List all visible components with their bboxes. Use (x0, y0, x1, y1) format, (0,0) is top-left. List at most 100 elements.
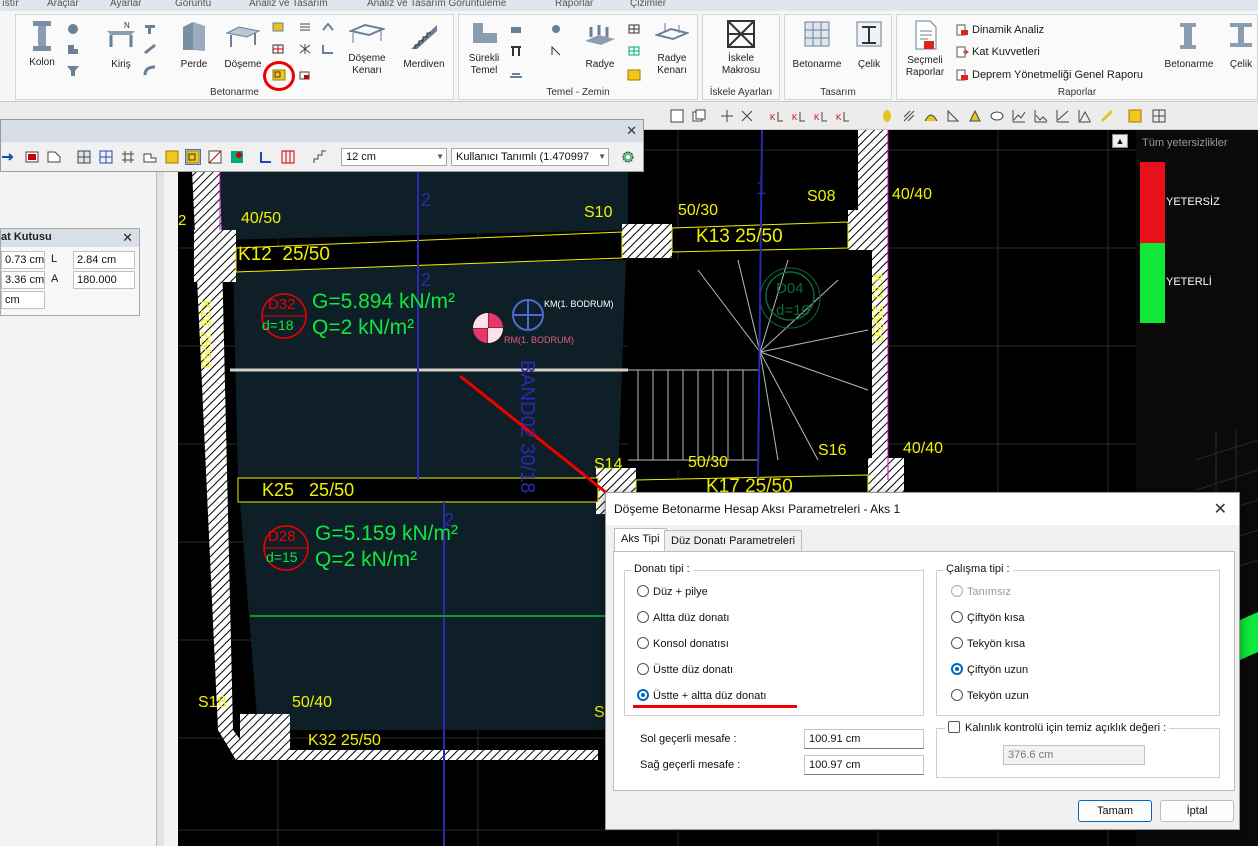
graph-2-icon[interactable] (1034, 109, 1048, 123)
radio-ciftyon-kisa[interactable]: Çiftyön kısa (951, 611, 1024, 624)
kat-field[interactable]: 3.36 cm (1, 271, 45, 289)
tab-aks-tipi[interactable]: Aks Tipi (614, 528, 667, 552)
dim-k-icon[interactable]: K (836, 109, 850, 123)
menu-item[interactable]: Raporlar (555, 0, 593, 9)
left-panel-scrollbar[interactable] (156, 170, 164, 846)
deprem-yonetmeligi-link[interactable]: Deprem Yönetmeliği Genel Raporu (972, 69, 1143, 81)
slab-hatch-icon[interactable] (208, 150, 222, 164)
menu-item[interactable]: Görüntü (175, 0, 211, 9)
raft-tool-3-icon[interactable] (627, 69, 641, 81)
slab-tool-6-icon[interactable] (298, 69, 312, 81)
dome-icon[interactable] (924, 109, 938, 123)
slab-grid-icon[interactable] (77, 150, 91, 164)
kat-field[interactable]: 2.84 cm (73, 251, 135, 269)
slab-axis-active-icon[interactable] (1128, 109, 1142, 123)
radio-altta-duz[interactable]: Altta düz donatı (637, 611, 729, 624)
menu-item[interactable]: ıstır (2, 0, 19, 9)
surekli-temel-button[interactable]: Sürekli Temel (463, 19, 505, 77)
close-icon[interactable]: ✕ (1214, 499, 1227, 519)
sag-mesafe-input[interactable]: 100.97 cm (804, 755, 924, 775)
hatch-icon[interactable] (902, 109, 916, 123)
graph-4-icon[interactable] (1078, 109, 1092, 123)
radio-ustte-duz[interactable]: Üstte düz donatı (637, 663, 733, 676)
window-icon[interactable] (670, 109, 684, 123)
slab-step-icon[interactable] (143, 150, 157, 164)
slab-stair-icon[interactable] (313, 150, 327, 164)
footing-tool-2-icon[interactable] (509, 45, 523, 57)
radye-button[interactable]: Radye (577, 19, 623, 71)
radio-duz-pilye[interactable]: Düz + pilye (637, 585, 708, 598)
secmeli-raporlar-button[interactable]: Seçmeli Raporlar (899, 19, 951, 79)
scroll-up-icon[interactable]: ▲ (1112, 134, 1128, 148)
pen-icon[interactable] (1100, 109, 1114, 123)
slab-axis-selected-icon[interactable] (185, 149, 201, 165)
sol-mesafe-input[interactable]: 100.91 cm (804, 729, 924, 749)
scale-combo[interactable]: Kullanıcı Tanımlı (1.470997 ▼ (451, 148, 609, 166)
slab-tool-8-icon[interactable] (321, 43, 335, 55)
close-icon[interactable]: ✕ (626, 123, 637, 139)
doseme-button[interactable]: Döşeme (221, 19, 265, 71)
cancel-button[interactable]: İptal (1160, 800, 1234, 822)
kat-kuvvetleri-link[interactable]: Kat Kuvvetleri (972, 46, 1040, 58)
footing-tool-5-icon[interactable] (549, 45, 563, 57)
dim-kz-icon[interactable]: K (792, 109, 806, 123)
curved-beam-icon[interactable] (143, 65, 157, 77)
thickness-combo[interactable]: 12 cm ▼ (341, 148, 447, 166)
perde-button[interactable]: Perde (174, 19, 214, 71)
slab-tool-4-icon[interactable] (298, 21, 312, 33)
beam-tool-2-icon[interactable] (143, 43, 157, 55)
footing-tool-3-icon[interactable] (509, 69, 523, 81)
slab-tool-5-icon[interactable] (298, 43, 312, 55)
radio-ustte-altta-duz[interactable]: Üstte + altta düz donatı (637, 689, 766, 702)
menu-item[interactable]: Analiz ve Tasarım Görüntüleme (367, 0, 506, 9)
slab-yellow-icon[interactable] (165, 150, 179, 164)
dim-kr-icon[interactable]: K (814, 109, 828, 123)
l-column-icon[interactable] (66, 43, 80, 55)
kat-field[interactable]: cm (1, 291, 45, 309)
radio-ciftyon-uzun[interactable]: Çiftyön uzun (951, 663, 1028, 676)
tasarim-celik-button[interactable]: Çelik (849, 19, 889, 71)
menu-item[interactable]: Ayarlar (110, 0, 142, 9)
radio-tekyon-uzun[interactable]: Tekyön uzun (951, 689, 1029, 702)
column-view-icon[interactable] (880, 109, 894, 123)
arrow-icon[interactable] (1, 150, 15, 164)
slab-tool-1-icon[interactable] (271, 21, 285, 33)
slab-corner-icon[interactable] (259, 150, 273, 164)
graph-3-icon[interactable] (1056, 109, 1070, 123)
kat-field[interactable]: 180.000 (73, 271, 135, 289)
raft-tool-2-icon[interactable] (627, 45, 641, 57)
close-icon[interactable]: ✕ (122, 230, 133, 246)
slab-poly-icon[interactable] (47, 150, 61, 164)
raft-tool-1-icon[interactable] (627, 23, 641, 35)
grid-icon[interactable] (1152, 109, 1166, 123)
slab-tool-7-icon[interactable] (321, 21, 335, 33)
dinamik-analiz-link[interactable]: Dinamik Analiz (972, 24, 1044, 36)
windows-icon[interactable] (692, 109, 706, 123)
kat-field[interactable]: 0.73 cm (1, 251, 45, 269)
settings-gear-icon[interactable] (621, 150, 635, 164)
slab-grid2-icon[interactable] (99, 150, 113, 164)
slab-rect-icon[interactable] (25, 150, 39, 164)
beam-tool-1-icon[interactable] (143, 23, 157, 35)
circle-column-icon[interactable] (66, 23, 80, 35)
radio-tekyon-kisa[interactable]: Tekyön kısa (951, 637, 1025, 650)
move-icon[interactable] (720, 109, 734, 123)
radio-konsol[interactable]: Konsol donatısı (637, 637, 729, 650)
angle-icon[interactable] (946, 109, 960, 123)
menu-item[interactable]: Analiz ve Tasarım (249, 0, 328, 9)
slab-color-icon[interactable] (230, 150, 244, 164)
kiris-button[interactable]: N Kiriş (101, 19, 141, 71)
merdiven-button[interactable]: Merdiven (398, 19, 450, 71)
iskele-makrosu-button[interactable]: İskele Makrosu (709, 19, 773, 77)
radye-kenari-button[interactable]: Radye Kenarı (649, 19, 695, 77)
doseme-kenari-button[interactable]: Döşeme Kenarı (344, 19, 390, 77)
stretch-icon[interactable] (740, 109, 754, 123)
triangle-icon[interactable] (968, 109, 982, 123)
funnel-column-icon[interactable] (66, 65, 80, 77)
kolon-button[interactable]: Kolon (24, 19, 60, 69)
dim-kxx-icon[interactable]: K (770, 109, 784, 123)
slab-tool-2-icon[interactable] (271, 43, 285, 55)
slab-grid3-icon[interactable] (281, 150, 295, 164)
footing-tool-1-icon[interactable] (509, 23, 523, 35)
ok-button[interactable]: Tamam (1078, 800, 1152, 822)
